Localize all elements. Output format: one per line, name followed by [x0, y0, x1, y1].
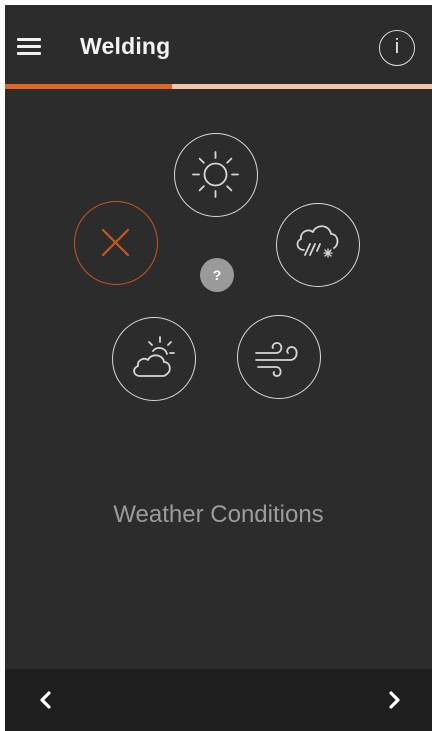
- option-none-button[interactable]: [74, 201, 158, 285]
- sun-icon: [192, 151, 239, 198]
- help-button[interactable]: ?: [200, 258, 234, 292]
- chevron-right-icon: [389, 691, 400, 709]
- info-button[interactable]: i: [379, 30, 415, 66]
- sun-behind-cloud-icon: [133, 336, 175, 377]
- screen: Welding i ? Weather Conditions: [5, 5, 432, 731]
- progress-fill: [5, 84, 172, 89]
- wind-icon: [255, 342, 298, 377]
- option-sunny-button[interactable]: [174, 133, 258, 217]
- previous-button[interactable]: [31, 685, 61, 715]
- info-circle-icon: i: [394, 36, 400, 58]
- progress-bar: [5, 84, 432, 89]
- app-bar: Welding i: [5, 5, 432, 85]
- option-partly-cloudy-button[interactable]: [112, 317, 196, 401]
- cloud-rain-snow-icon: [296, 225, 339, 258]
- page-title: Welding: [80, 33, 171, 59]
- question-label: Weather Conditions: [113, 501, 324, 528]
- option-windy-button[interactable]: [237, 315, 321, 399]
- close-x-icon: [101, 228, 130, 257]
- next-button[interactable]: [379, 685, 409, 715]
- option-rain-snow-button[interactable]: [276, 203, 360, 287]
- hamburger-menu-icon[interactable]: [17, 38, 41, 56]
- question-mark-icon: ?: [212, 267, 222, 283]
- chevron-left-icon: [40, 691, 51, 709]
- bottom-navigation-bar: [5, 669, 432, 731]
